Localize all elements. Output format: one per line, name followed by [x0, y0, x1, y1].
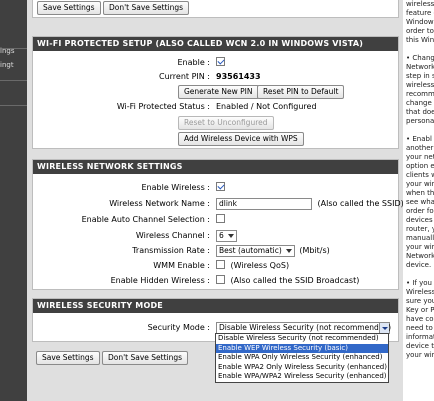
reset-to-unconfigured-button[interactable]: Reset to Unconfigured — [178, 116, 274, 130]
hidden-wireless-label: Enable Hidden Wireless : — [110, 276, 210, 285]
wps-status-label: Wi-Fi Protected Status : — [116, 102, 210, 111]
help-text-line: this Windo — [406, 36, 434, 44]
transmission-rate-value: Best (automatic) — [219, 245, 282, 255]
security-option[interactable]: Enable WPA/WPA2 Wireless Security (enhan… — [216, 372, 388, 382]
help-text-line: manually — [406, 234, 434, 242]
add-wireless-device-wps-button[interactable]: Add Wireless Device with WPS — [178, 132, 304, 146]
help-text-line: change i — [406, 99, 434, 107]
help-text-line: clients w — [406, 171, 434, 179]
security-option-highlighted[interactable]: Enable WEP Wireless Security (basic) — [216, 343, 388, 353]
security-mode-value: Disable Wireless Security (not recommend… — [219, 322, 392, 332]
help-text-line: your wire — [406, 351, 434, 359]
help-text-line — [406, 45, 434, 54]
help-text-line: your netw — [406, 153, 434, 161]
nav-divider — [0, 80, 27, 81]
help-text-line: • Enabl — [406, 135, 432, 143]
help-text-line: your wire — [406, 180, 434, 188]
enable-wireless-checkbox[interactable] — [216, 182, 225, 191]
chevron-down-icon — [285, 248, 292, 253]
network-name-label: Wireless Network Name : — [109, 199, 210, 208]
wireless-channel-select[interactable]: 6 — [216, 229, 237, 242]
dropdown-arrow-icon[interactable] — [379, 322, 389, 333]
help-text-line: step in s — [406, 72, 434, 80]
wps-status-value: Enabled / Not Configured — [216, 102, 317, 111]
reset-pin-to-default-button[interactable]: Reset PIN to Default — [257, 85, 345, 99]
help-text-line: your wire — [406, 243, 434, 251]
bottom-save-settings-button[interactable]: Save Settings — [36, 351, 100, 365]
help-text-line: Network — [406, 252, 434, 260]
help-text-line: personal — [406, 117, 434, 125]
security-option[interactable]: Enable WPA Only Wireless Security (enhan… — [216, 353, 388, 363]
help-text-line: informati — [406, 333, 434, 341]
wps-enable-label: Enable : — [177, 58, 211, 67]
help-text-line: device. — [406, 261, 432, 269]
help-text-line: see what — [406, 198, 434, 206]
help-text-line: • Chang — [406, 54, 434, 62]
left-nav: ings ingt — [0, 0, 27, 401]
transmission-rate-unit: (Mbit/s) — [299, 246, 330, 255]
nav-divider — [0, 105, 27, 106]
dont-save-settings-button[interactable]: Don't Save Settings — [103, 1, 190, 15]
enable-wireless-label: Enable Wireless : — [141, 183, 210, 192]
help-text-line: • If you — [406, 279, 432, 287]
security-option[interactable]: Enable WPA2 Only Wireless Security (enha… — [216, 363, 388, 373]
network-name-hint: (Also called the SSID) — [317, 199, 404, 208]
help-text-line — [406, 270, 434, 279]
nav-item-setting[interactable]: ingt — [0, 61, 14, 69]
transmission-rate-label: Transmission Rate : — [132, 246, 210, 255]
hidden-wireless-hint: (Also called the SSID Broadcast) — [230, 276, 360, 285]
wireless-section-title: WIRELESS NETWORK SETTINGS — [33, 160, 398, 174]
help-text-line: router, y — [406, 225, 434, 233]
help-text-line: recomme — [406, 90, 434, 98]
transmission-rate-select[interactable]: Best (automatic) — [216, 244, 295, 257]
help-text-line: order for — [406, 207, 434, 215]
help-text-line: Wireless — [406, 288, 434, 296]
help-text-line: need to — [406, 324, 433, 332]
help-text-line: when the — [406, 189, 434, 197]
help-column: wirelessfeature cWindowsorder tothis Win… — [403, 0, 434, 401]
security-mode-label: Security Mode : — [147, 323, 210, 332]
wireless-channel-label: Wireless Channel : — [135, 231, 210, 240]
security-option[interactable]: Disable Wireless Security (not recommend… — [216, 334, 388, 344]
wps-section-title: WI-FI PROTECTED SETUP (ALSO CALLED WCN 2… — [33, 37, 398, 51]
top-button-bar: Save Settings Don't Save Settings — [32, 0, 399, 18]
help-text-line: wireless — [406, 81, 434, 89]
current-pin-value: 93561433 — [216, 72, 261, 81]
generate-new-pin-button[interactable]: Generate New PIN — [178, 85, 259, 99]
security-mode-dropdown: Disable Wireless Security (not recommend… — [215, 333, 389, 383]
help-text-line: another — [406, 144, 434, 152]
wireless-network-settings-section: WIRELESS NETWORK SETTINGS Enable Wireles… — [32, 159, 404, 290]
help-text-line: Windows — [406, 18, 434, 26]
help-text-line: Key or P — [406, 306, 434, 314]
network-name-input[interactable]: dlink — [216, 197, 312, 210]
help-text-line: order to — [406, 27, 434, 35]
help-text-line: devices t — [406, 216, 434, 224]
help-text-line: sure you — [406, 297, 434, 305]
help-text-line: Network — [406, 63, 434, 71]
help-text-line: device th — [406, 342, 434, 350]
help-text-line: that does — [406, 108, 434, 116]
help-text-line — [406, 126, 434, 135]
hidden-wireless-checkbox[interactable] — [216, 275, 225, 284]
wmm-enable-label: WMM Enable : — [153, 261, 210, 270]
wmm-enable-checkbox[interactable] — [216, 260, 225, 269]
save-settings-button[interactable]: Save Settings — [37, 1, 101, 15]
auto-channel-label: Enable Auto Channel Selection : — [81, 215, 210, 224]
auto-channel-checkbox[interactable] — [216, 214, 225, 223]
security-mode-select[interactable]: Disable Wireless Security (not recommend… — [216, 321, 392, 334]
help-text-line: wireless — [406, 0, 434, 8]
security-section-title: WIRELESS SECURITY MODE — [33, 299, 398, 313]
help-text-line: option e — [406, 162, 434, 170]
bottom-dont-save-settings-button[interactable]: Don't Save Settings — [102, 351, 189, 365]
wps-enable-checkbox[interactable] — [216, 57, 225, 66]
current-pin-label: Current PIN : — [159, 72, 210, 81]
chevron-down-icon — [227, 233, 234, 238]
wireless-channel-value: 6 — [219, 230, 224, 240]
help-text-line: have con — [406, 315, 434, 323]
wps-section: WI-FI PROTECTED SETUP (ALSO CALLED WCN 2… — [32, 36, 399, 149]
wmm-hint: (Wireless QoS) — [230, 261, 290, 270]
nav-item-settings[interactable]: ings — [0, 47, 14, 55]
help-text-line: feature c — [406, 9, 434, 17]
